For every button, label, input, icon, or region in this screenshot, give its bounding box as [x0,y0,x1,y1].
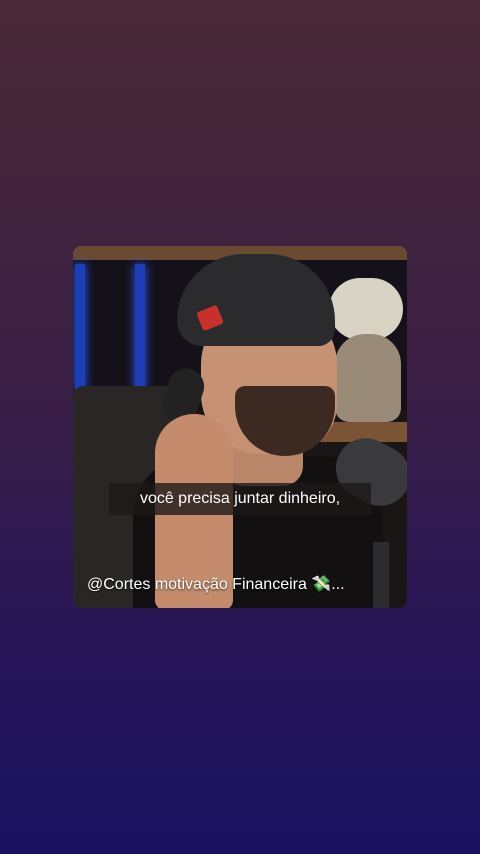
subtitle-caption: você precisa juntar dinheiro, [109,483,371,515]
money-with-wings-icon: 💸 [311,576,332,593]
flowers [329,278,403,340]
channel-handle-text: @Cortes motivação Financeira [87,576,307,593]
blue-light [135,264,145,389]
blue-light [75,264,85,389]
video-card[interactable] [73,246,407,608]
channel-handle[interactable]: @Cortes motivação Financeira 💸... [87,572,397,598]
video-frame [73,246,407,608]
vase [335,334,401,422]
handle-ellipsis: ... [331,576,345,593]
